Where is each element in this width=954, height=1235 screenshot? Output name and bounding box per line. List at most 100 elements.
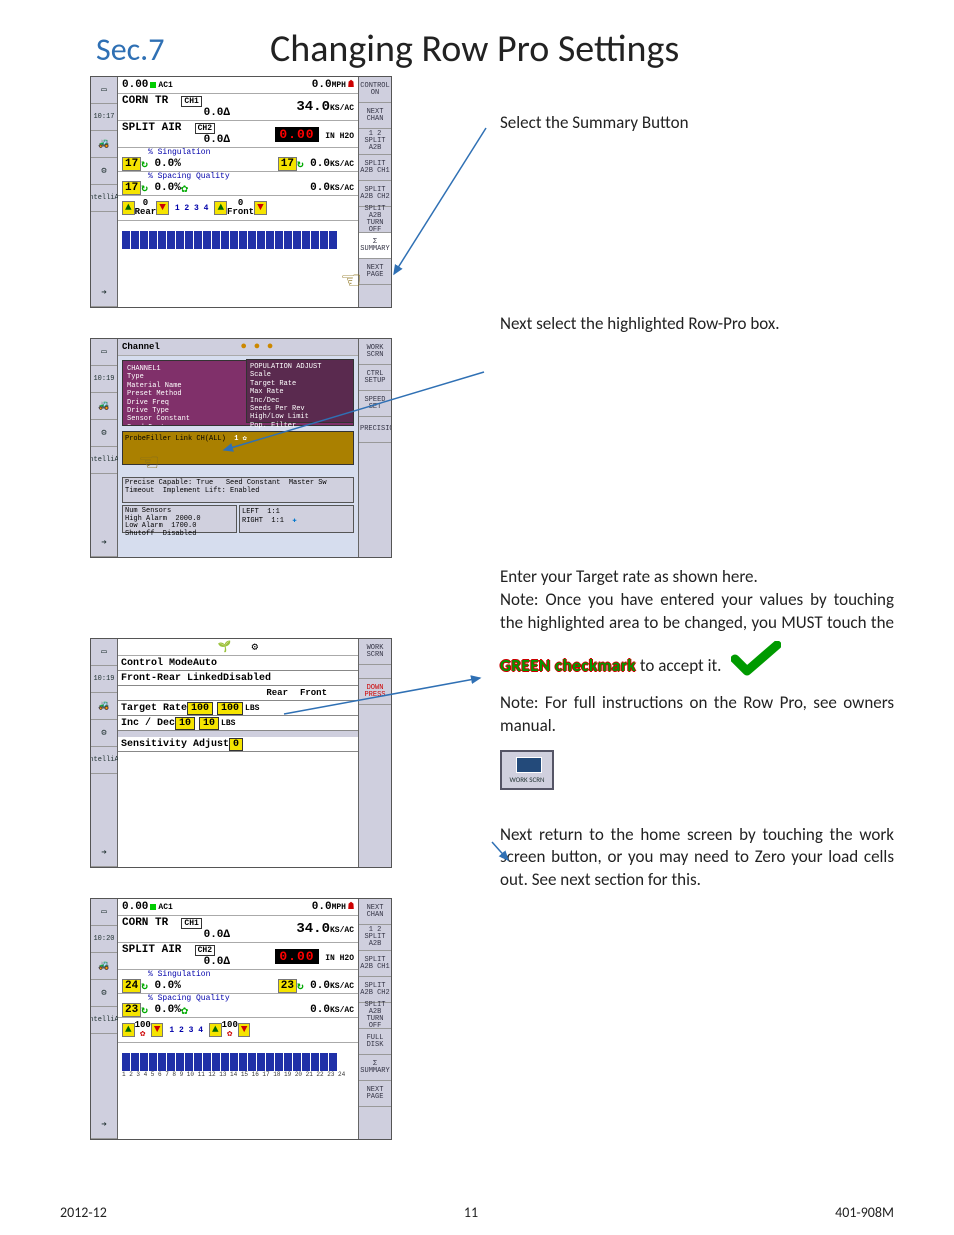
summary-button[interactable]: Σ SUMMARY (359, 233, 391, 259)
rhs-btn[interactable]: NEXT CHAN (359, 103, 391, 129)
arrow-icon[interactable]: ➜ (91, 1112, 117, 1139)
rhs-btn[interactable]: 1 2 SPLIT A2B (359, 129, 391, 155)
tractor-icon[interactable]: 🚜 (91, 953, 117, 980)
rhs-btn[interactable]: WORK SCRN (359, 339, 391, 365)
rhs-btn[interactable]: SPLIT A2B CH1 (359, 951, 391, 977)
front-rear-label: Front-Rear Linked (121, 673, 223, 684)
screenshot-summary: ▭ 10:17 🚜 ⚙ IntelliAg ➜ 0.00 AC1 0.0 (90, 76, 392, 308)
arrow-icon[interactable]: ➜ (91, 840, 117, 867)
sq-pct: 0.0% (154, 1004, 180, 1016)
sing-l: 24 (122, 979, 141, 993)
tractor-icon[interactable]: 🚜 (91, 131, 117, 158)
rhs-btn[interactable]: PRECISION (359, 417, 391, 443)
target-rate-front[interactable]: 100 (217, 702, 243, 715)
down-press-button[interactable]: DOWN PRESS (359, 679, 391, 705)
arrow-icon[interactable]: ➜ (91, 280, 117, 307)
corn-rate: 34.0 (296, 921, 330, 937)
rhs-btn[interactable]: CONTROL ON (359, 77, 391, 103)
corn-label: CORN TR (122, 917, 168, 929)
bottom-panel-1: Precise Capable: True Seed Constant Mast… (122, 477, 354, 503)
rhs-btn[interactable]: SPLIT A2B CH1 (359, 155, 391, 181)
arrow-icon[interactable]: ➜ (91, 530, 117, 557)
rhs-btn[interactable]: FULL DISK (359, 1029, 391, 1055)
split-label: SPLIT AIR (122, 122, 181, 134)
up-icon[interactable]: ▲ (122, 1023, 135, 1037)
sensitivity-label: Sensitivity Adjust (121, 739, 229, 750)
front-gear-icon: ✿ (222, 1030, 238, 1039)
up-icon2[interactable]: ▲ (209, 1023, 222, 1037)
gear-icon[interactable]: ⚙ (91, 720, 117, 747)
spacing-quality-label: % Spacing Quality (118, 172, 358, 181)
front-lbl: Front (227, 208, 254, 217)
monitor-icon[interactable]: ▭ (91, 639, 117, 666)
speed-unit: AC1 (158, 903, 172, 912)
control-mode-value[interactable]: Auto (193, 658, 217, 669)
monitor-icon[interactable]: ▭ (91, 77, 117, 104)
ch1-label: CH1 (181, 918, 201, 929)
brand-icon: IntelliAg (91, 1007, 117, 1034)
sing-unit: KS/AC (330, 160, 354, 169)
tractor-icon[interactable]: 🚜 (91, 693, 117, 720)
footer-page: 11 (464, 1204, 478, 1221)
inc-dec-rear[interactable]: 10 (175, 717, 195, 730)
page-title: Changing Row Pro Settings (270, 26, 679, 72)
gear-icon[interactable]: ⚙ (91, 980, 117, 1007)
rhs-btn[interactable]: 1 2 SPLIT A2B (359, 925, 391, 951)
rhs-btn[interactable]: Σ SUMMARY (359, 1055, 391, 1081)
work-screen-button[interactable]: WORK SCRN (500, 750, 554, 790)
rowpro-box[interactable]: ProbeFiller Link CH(ALL) 1 ✿ (122, 431, 354, 465)
rhs-btn[interactable]: SPEED SET (359, 391, 391, 417)
mph-unit: MPH (332, 903, 346, 912)
bar-chart (118, 1043, 358, 1071)
gear-icon[interactable]: ⚙ (91, 158, 117, 185)
down-icon[interactable]: ▼ (151, 1023, 164, 1037)
step4-text: Next return to the home screen by touchi… (500, 824, 894, 891)
brake-icon: ☗ (348, 901, 354, 913)
singulation-label: % Singulation (118, 970, 358, 979)
rhs-btn[interactable]: SPLIT A2B CH2 (359, 977, 391, 1003)
monitor-icon[interactable]: ▭ (91, 899, 117, 926)
down-icon2[interactable]: ▼ (238, 1023, 251, 1037)
sq-l: 23 (122, 1003, 141, 1017)
up-icon2[interactable]: ▲ (214, 201, 227, 215)
inc-dec-front[interactable]: 10 (199, 717, 219, 730)
sq-rate: 0.0 (310, 1004, 330, 1016)
tractor-icon[interactable]: 🚜 (91, 393, 117, 420)
sq-pct: 0.0% (154, 182, 180, 194)
step3-line2-end: to accept it. (640, 655, 722, 676)
rhs-btn[interactable]: CTRL SETUP (359, 365, 391, 391)
sing-pct: 0.0% (154, 158, 180, 170)
monitor-icon[interactable]: ▭ (91, 339, 117, 366)
sing-unit: KS/AC (330, 982, 354, 991)
mph-value: 0.0 (312, 901, 332, 913)
brand-icon: IntelliAg (91, 185, 117, 212)
col-front: Front (300, 688, 327, 698)
step3-line1: Enter your Target rate as shown here. (500, 566, 894, 589)
sing-rate: 0.0 (310, 158, 330, 170)
rhs-btn[interactable]: NEXT PAGE (359, 259, 391, 285)
split-rate-unit: IN H2O (325, 954, 354, 963)
target-rate-label: Target Rate (121, 703, 187, 714)
sing-rate: 0.0 (310, 980, 330, 992)
corn-rate-unit: KS/AC (330, 104, 354, 113)
seq-label: 1 2 3 4 (175, 204, 209, 213)
up-icon[interactable]: ▲ (122, 201, 135, 215)
time-label: 10:20 (91, 926, 117, 953)
rhs-btn[interactable]: NEXT CHAN (359, 899, 391, 925)
id-unit: LBS (221, 719, 235, 728)
bar-chart (118, 221, 358, 249)
time-label: 10:19 (91, 666, 117, 693)
down-icon2[interactable]: ▼ (254, 201, 267, 215)
rhs-btn[interactable]: SPLIT A2B CH2 (359, 181, 391, 207)
rhs-btn[interactable]: NEXT PAGE (359, 1081, 391, 1107)
rhs-btn[interactable]: SPLIT A2B TURN OFF (359, 207, 391, 233)
front-rear-value[interactable]: Disabled (223, 673, 271, 684)
sensitivity-value[interactable]: 0 (229, 738, 243, 751)
rhs-btn[interactable]: SPLIT A2B TURN OFF (359, 1003, 391, 1029)
target-rate-rear[interactable]: 100 (187, 702, 213, 715)
down-icon[interactable]: ▼ (156, 201, 169, 215)
status-dot (150, 904, 156, 910)
gear-icon[interactable]: ⚙ (91, 420, 117, 447)
screenshot-home: ▭ 10:20 🚜 ⚙ IntelliAg ➜ 0.00 AC1 0.0 (90, 898, 392, 1140)
rhs-btn[interactable]: WORK SCRN (359, 639, 391, 665)
